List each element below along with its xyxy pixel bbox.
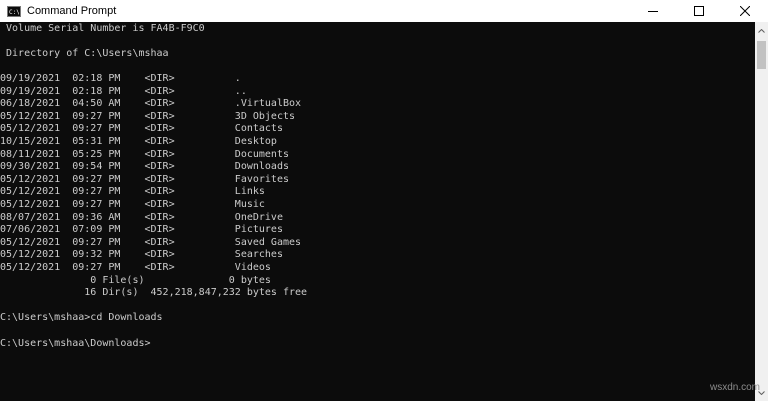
console-line: 07/06/2021 07:09 PM <DIR> Pictures — [0, 224, 283, 236]
console-output[interactable]: Volume Serial Number is FA4B-F9C0 Direct… — [0, 22, 755, 401]
console-line: 05/12/2021 09:27 PM <DIR> Contacts — [0, 123, 283, 135]
console-prompt-line: C:\Users\mshaa\Downloads> — [0, 337, 151, 349]
command-prompt-icon: C:\ — [7, 5, 21, 17]
scroll-up-arrow-icon — [758, 28, 765, 33]
scroll-up-button[interactable] — [755, 24, 768, 37]
console-line: 08/07/2021 09:36 AM <DIR> OneDrive — [0, 211, 283, 223]
svg-text:C:\: C:\ — [9, 9, 19, 15]
close-button[interactable] — [722, 0, 768, 22]
console-line: 05/12/2021 09:27 PM <DIR> Music — [0, 198, 265, 210]
console-line: 05/12/2021 09:27 PM <DIR> Videos — [0, 261, 271, 273]
maximize-button[interactable] — [676, 0, 722, 22]
console-line: 05/12/2021 09:27 PM <DIR> Saved Games — [0, 236, 302, 248]
vertical-scrollbar[interactable] — [755, 22, 768, 401]
window-title: Command Prompt — [27, 5, 117, 17]
minimize-button[interactable] — [630, 0, 676, 22]
console-line: 08/11/2021 05:25 PM <DIR> Documents — [0, 148, 289, 160]
title-bar[interactable]: C:\ Command Prompt — [0, 0, 768, 22]
minimize-icon — [648, 11, 658, 12]
console-line: 0 File(s) 0 bytes — [0, 274, 271, 286]
console-line: Directory of C:\Users\mshaa — [0, 47, 169, 59]
console-line: 10/15/2021 05:31 PM <DIR> Desktop — [0, 135, 277, 147]
console-line: 05/12/2021 09:27 PM <DIR> Links — [0, 186, 265, 198]
console-line: 09/19/2021 02:18 PM <DIR> . — [0, 72, 241, 84]
maximize-icon — [694, 6, 704, 16]
console-line: C:\Users\mshaa>cd Downloads — [0, 312, 163, 324]
console-line: 09/30/2021 09:54 PM <DIR> Downloads — [0, 161, 289, 173]
console-line: 05/12/2021 09:27 PM <DIR> Favorites — [0, 173, 289, 185]
console-line: 09/19/2021 02:18 PM <DIR> .. — [0, 85, 247, 97]
console-line: 16 Dir(s) 452,218,847,232 bytes free — [0, 287, 308, 299]
close-icon — [740, 6, 750, 16]
console-line: 05/12/2021 09:27 PM <DIR> 3D Objects — [0, 110, 296, 122]
console-line: 06/18/2021 04:50 AM <DIR> .VirtualBox — [0, 98, 302, 110]
window-controls — [630, 0, 768, 22]
console-line: 05/12/2021 09:32 PM <DIR> Searches — [0, 249, 283, 261]
watermark: wsxdn.com — [709, 382, 760, 393]
console-line: Volume Serial Number is FA4B-F9C0 — [0, 22, 205, 34]
scrollbar-thumb[interactable] — [757, 41, 766, 69]
command-prompt-window: C:\ Command Prompt Volume Serial Number … — [0, 0, 768, 401]
